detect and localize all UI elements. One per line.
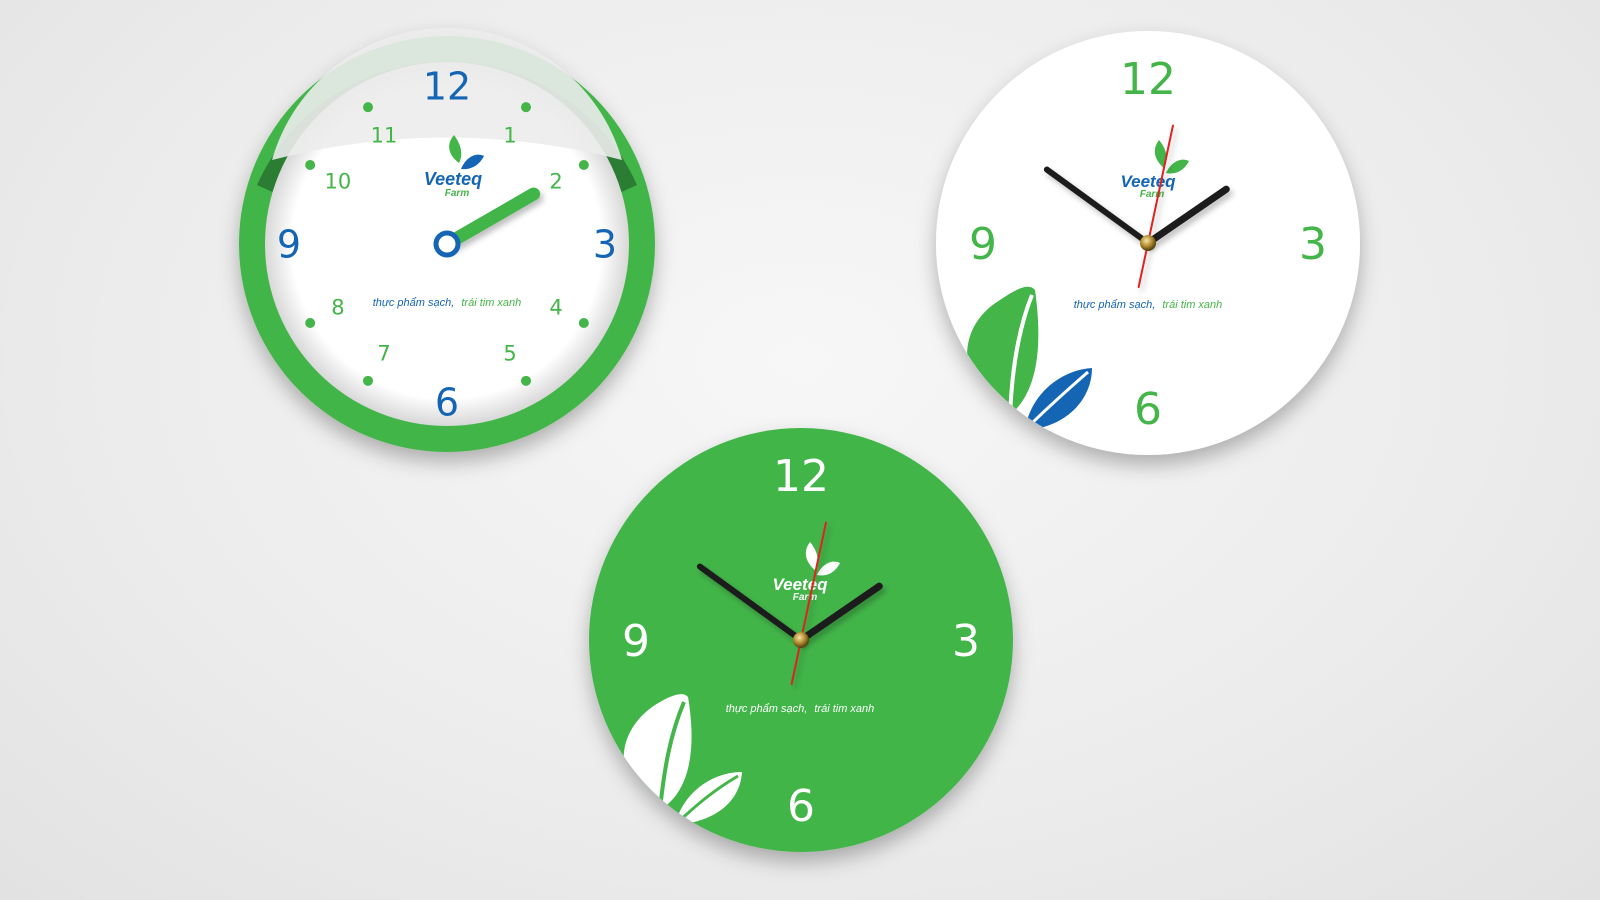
numeral-3: 3 bbox=[952, 616, 980, 667]
numeral-10: 10 bbox=[325, 170, 352, 194]
numeral-8: 8 bbox=[331, 296, 344, 320]
white-tagline: thực phẩm sạch, trái tim xanh bbox=[1074, 299, 1223, 311]
brand-sub: Farm bbox=[793, 592, 818, 603]
hour-dot bbox=[363, 102, 373, 113]
numeral-3: 3 bbox=[593, 223, 617, 267]
classic-tagline: thực phẩm sạch, trái tim xanh bbox=[373, 297, 522, 309]
numeral-6: 6 bbox=[1134, 384, 1162, 435]
numeral-1: 1 bbox=[503, 123, 516, 147]
center-cap bbox=[793, 632, 809, 648]
numeral-4: 4 bbox=[549, 296, 562, 320]
hour-dot bbox=[578, 160, 589, 170]
numeral-11: 11 bbox=[371, 123, 398, 147]
numeral-12: 12 bbox=[423, 65, 471, 109]
numeral-12: 12 bbox=[773, 451, 829, 502]
center-cap bbox=[433, 230, 461, 258]
numeral-5: 5 bbox=[503, 342, 516, 366]
hour-dot bbox=[521, 375, 531, 386]
brand-name: Veeteq bbox=[424, 169, 482, 189]
numeral-7: 7 bbox=[377, 342, 390, 366]
numeral-6: 6 bbox=[787, 781, 815, 832]
numeral-6: 6 bbox=[435, 381, 459, 425]
numeral-9: 9 bbox=[277, 223, 301, 267]
numeral-9: 9 bbox=[622, 616, 650, 667]
numeral-2: 2 bbox=[549, 170, 562, 194]
green-tagline: thực phẩm sạch, trái tim xanh bbox=[726, 703, 875, 715]
numeral-9: 9 bbox=[969, 219, 997, 270]
hour-dot bbox=[521, 102, 531, 113]
numeral-12: 12 bbox=[1120, 54, 1176, 105]
center-cap bbox=[1140, 235, 1156, 251]
hour-dot bbox=[305, 160, 316, 170]
numeral-3: 3 bbox=[1299, 219, 1327, 270]
clock-scene: 121234567891011 Veeteq Farm thực phẩm sạ… bbox=[239, 27, 1360, 852]
hour-dot bbox=[363, 375, 373, 386]
hour-dot bbox=[305, 318, 316, 328]
hour-dot bbox=[578, 318, 589, 328]
brand-sub: Farm bbox=[1140, 189, 1165, 200]
brand-sub: Farm bbox=[445, 188, 470, 199]
